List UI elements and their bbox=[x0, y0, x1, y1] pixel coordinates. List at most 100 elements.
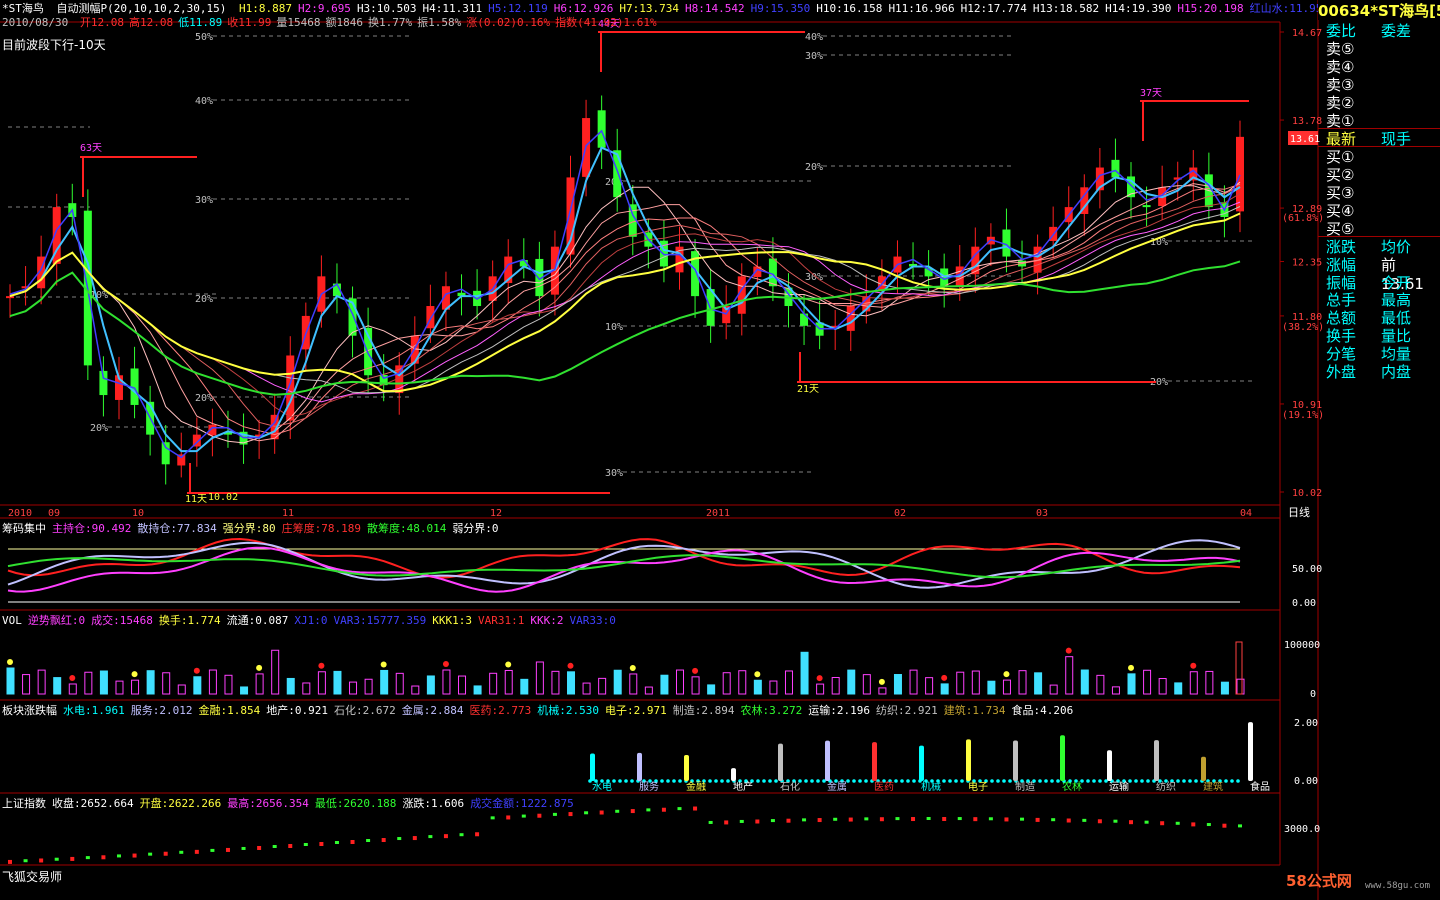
quote-row[interactable]: 总额 最低 bbox=[1326, 307, 1440, 327]
index-candle bbox=[833, 817, 838, 821]
index-candle bbox=[584, 811, 589, 815]
panel-value: 地产:0.921 bbox=[266, 704, 328, 717]
panel-value: 逆势飘红:0 bbox=[27, 614, 86, 627]
index-candle bbox=[568, 812, 573, 817]
panel-value: 成交:15468 bbox=[91, 614, 153, 627]
index-candle bbox=[895, 817, 900, 821]
sector-name: 水电 bbox=[592, 780, 612, 793]
volume-bar bbox=[1034, 672, 1043, 695]
quote-row[interactable]: 买④ bbox=[1326, 200, 1440, 220]
volume-marker bbox=[256, 664, 263, 671]
sector-baseline-dot bbox=[906, 779, 910, 783]
candle-body[interactable] bbox=[6, 296, 14, 299]
date-label: 03 bbox=[1036, 508, 1048, 519]
quote-row[interactable]: 买③ bbox=[1326, 182, 1440, 202]
quote-row[interactable]: 卖③ bbox=[1326, 74, 1440, 94]
index-candle bbox=[661, 807, 666, 812]
h-value: H11:16.966 bbox=[888, 2, 955, 15]
vol-axis-label: 100000 bbox=[1284, 640, 1320, 651]
quote-row[interactable]: 买⑤ bbox=[1326, 218, 1440, 238]
candle-body[interactable] bbox=[597, 110, 606, 148]
volume-bar bbox=[551, 670, 560, 695]
quote-row[interactable]: 涨幅前 13.61 bbox=[1326, 254, 1440, 293]
volume-bar bbox=[738, 670, 747, 695]
date-label: 10 bbox=[132, 508, 144, 519]
volume-bar bbox=[99, 670, 108, 695]
sector-axis-label: 0.00 bbox=[1294, 776, 1318, 787]
candle-body[interactable] bbox=[286, 355, 295, 421]
volume-bar bbox=[831, 677, 840, 695]
vol-panel-header: VOL 逆势飘红:0 成交:15468 换手:1.774 流通:0.087 XJ1:0 VA… bbox=[2, 612, 616, 628]
index-candle bbox=[848, 817, 853, 822]
quote-item: 振1.58% bbox=[417, 16, 462, 29]
quote-row[interactable]: 总手 最高 bbox=[1326, 289, 1440, 309]
quote-row[interactable]: 买② bbox=[1326, 164, 1440, 184]
index-candle bbox=[210, 848, 215, 852]
sector-baseline-dot bbox=[1230, 779, 1234, 783]
quote-row[interactable]: 振幅 今开 bbox=[1326, 272, 1440, 292]
panel-title: 筹码集中 bbox=[2, 522, 46, 535]
volume-bar bbox=[1236, 678, 1245, 695]
pct-ref-label: 10% bbox=[605, 322, 623, 333]
quote-row[interactable]: 卖④ bbox=[1326, 56, 1440, 76]
quote-row[interactable]: 分笔 均量 bbox=[1326, 343, 1440, 363]
quote-row[interactable]: 卖② bbox=[1326, 92, 1440, 112]
index-candle bbox=[194, 849, 199, 854]
index-candle bbox=[739, 819, 744, 823]
index-candle bbox=[225, 847, 230, 852]
candle-body[interactable] bbox=[768, 258, 777, 287]
index-candle bbox=[459, 833, 464, 837]
candle-body[interactable] bbox=[1236, 136, 1244, 212]
candle-body[interactable] bbox=[1111, 159, 1120, 178]
candle-body[interactable] bbox=[613, 150, 622, 198]
candle-body[interactable] bbox=[1142, 205, 1151, 208]
sector-baseline-dot bbox=[948, 779, 952, 783]
volume-marker bbox=[69, 674, 76, 681]
main-candles[interactable]: 50%40%30%20%10%20%40%30%20%10%20%30%10%2… bbox=[6, 19, 1255, 505]
quote-row[interactable]: 外盘 内盘 bbox=[1326, 361, 1440, 381]
chart-canvas[interactable]: 14.6713.7812.8912.3511.8010.9110.02(61.8… bbox=[0, 0, 1440, 900]
candle-body[interactable] bbox=[800, 313, 809, 326]
volume-bar bbox=[224, 674, 233, 695]
sector-bar bbox=[731, 768, 736, 781]
pct-ref-label: 20% bbox=[195, 294, 213, 305]
index-candle bbox=[1144, 820, 1149, 824]
candle-body[interactable] bbox=[566, 177, 575, 255]
sector-baseline-dot bbox=[624, 779, 628, 783]
index-candle bbox=[926, 817, 931, 821]
quote-row[interactable]: 卖① bbox=[1326, 110, 1440, 130]
date-label: 04 bbox=[1240, 508, 1252, 519]
sector-baseline-dot bbox=[1086, 779, 1090, 783]
pct-ref-label: 30% bbox=[605, 468, 623, 479]
candle-body[interactable] bbox=[161, 442, 170, 465]
index-candle bbox=[54, 857, 59, 861]
quote-row[interactable]: 换手 量比 bbox=[1326, 325, 1440, 345]
quote-row[interactable]: 委比 委差 bbox=[1326, 20, 1440, 40]
sector-baseline-dot bbox=[618, 779, 622, 783]
volume-bar bbox=[177, 684, 186, 695]
date-label: 12 bbox=[490, 508, 502, 519]
peak-label: 11天 bbox=[185, 494, 207, 505]
index-candle bbox=[552, 812, 557, 816]
candle-body[interactable] bbox=[846, 306, 855, 331]
sector-baseline-dot bbox=[864, 779, 868, 783]
index-candle bbox=[755, 819, 760, 824]
index-candle bbox=[428, 835, 433, 839]
quote-row[interactable]: 买① bbox=[1326, 146, 1440, 166]
low-price-label: 10.02 bbox=[208, 492, 238, 503]
volume-bar bbox=[862, 674, 871, 695]
quote-row[interactable]: 涨跌 均价 bbox=[1326, 236, 1440, 256]
quote-row[interactable]: 最新 现手 bbox=[1326, 128, 1440, 148]
index-candle bbox=[412, 836, 417, 841]
quote-row[interactable]: 卖⑤ bbox=[1326, 38, 1440, 58]
index-candle bbox=[1238, 824, 1242, 828]
index-candle bbox=[630, 809, 635, 814]
volume-bar bbox=[707, 684, 716, 695]
panel-value: 收盘:2652.664 bbox=[52, 797, 134, 810]
sector-bar bbox=[872, 742, 877, 781]
volume-marker bbox=[692, 667, 699, 674]
volume-bar bbox=[504, 669, 513, 695]
moving-average-line bbox=[9, 260, 1241, 396]
volume-marker bbox=[7, 659, 13, 665]
volume-bar bbox=[333, 670, 342, 695]
